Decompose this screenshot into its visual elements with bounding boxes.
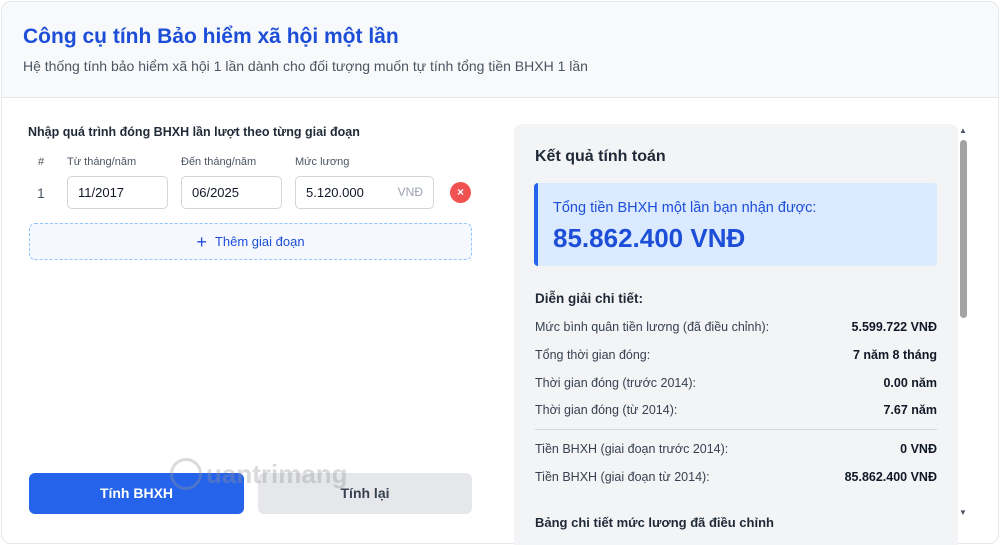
column-header-from: Từ tháng/năm (67, 156, 137, 168)
detail-value: 85.862.400 VNĐ (844, 470, 937, 484)
salary-input[interactable]: 5.120.000 VNĐ (295, 176, 434, 209)
detail-row-before-2014: Thời gian đóng (trước 2014): 0.00 năm (535, 376, 937, 390)
column-header-to: Đến tháng/năm (181, 156, 257, 168)
plus-icon: + (196, 231, 207, 252)
detail-row-avg-salary: Mức bình quân tiền lương (đã điều chỉnh)… (535, 320, 937, 334)
column-header-index: # (38, 156, 45, 168)
detail-label: Tiền BHXH (giai đoạn trước 2014): (535, 442, 729, 456)
scroll-up-arrow-icon[interactable]: ▲ (959, 126, 967, 135)
column-header-salary: Mức lương (295, 156, 350, 168)
salary-value: 5.120.000 (306, 185, 364, 200)
row-index: 1 (37, 185, 45, 201)
detail-value: 5.599.722 VNĐ (851, 320, 937, 334)
salary-table-heading: Bảng chi tiết mức lương đã điều chỉnh (535, 515, 774, 530)
total-amount-box: Tổng tiền BHXH một lần bạn nhận được: 85… (534, 183, 937, 266)
page-title: Công cụ tính Bảo hiểm xã hội một lần (23, 25, 399, 48)
scroll-down-arrow-icon[interactable]: ▼ (959, 508, 967, 517)
detail-value: 7 năm 8 tháng (852, 348, 937, 362)
to-month-input[interactable]: 06/2025 (181, 176, 282, 209)
detail-label: Mức bình quân tiền lương (đã điều chỉnh)… (535, 320, 770, 334)
detail-title: Diễn giải chi tiết: (535, 291, 644, 306)
detail-row-from-2014: Thời gian đóng (từ 2014): 7.67 năm (535, 403, 937, 417)
total-label: Tổng tiền BHXH một lần bạn nhận được: (553, 200, 817, 216)
reset-button[interactable]: Tính lại (258, 473, 472, 514)
close-icon: × (456, 185, 464, 199)
detail-row-money-from-2014: Tiền BHXH (giai đoạn từ 2014): 85.862.40… (535, 470, 937, 484)
detail-row-total-time: Tổng thời gian đóng: 7 năm 8 tháng (535, 348, 937, 362)
detail-value: 7.67 năm (883, 403, 937, 417)
scrollbar-thumb[interactable] (960, 140, 967, 318)
detail-label: Tổng thời gian đóng: (535, 348, 651, 362)
detail-label: Thời gian đóng (từ 2014): (535, 403, 678, 417)
remove-row-button[interactable]: × (450, 182, 471, 203)
result-title: Kết quả tính toán (535, 148, 666, 165)
currency-unit: VNĐ (397, 185, 423, 199)
detail-label: Tiền BHXH (giai đoạn từ 2014): (535, 470, 710, 484)
result-panel: Kết quả tính toán Tổng tiền BHXH một lần… (514, 124, 958, 545)
add-period-button[interactable]: + Thêm giai đoạn (29, 223, 472, 260)
from-month-value: 11/2017 (78, 185, 125, 200)
detail-row-money-before-2014: Tiền BHXH (giai đoạn trước 2014): 0 VNĐ (535, 442, 937, 456)
page-header: Công cụ tính Bảo hiểm xã hội một lần Hệ … (2, 2, 998, 98)
calculate-button[interactable]: Tính BHXH (29, 473, 244, 514)
detail-label: Thời gian đóng (trước 2014): (535, 376, 696, 390)
add-period-label: Thêm giai đoạn (214, 234, 305, 249)
total-value: 85.862.400 VNĐ (553, 223, 746, 253)
to-month-value: 06/2025 (192, 185, 239, 200)
divider (535, 429, 937, 430)
detail-value: 0.00 năm (883, 376, 937, 390)
from-month-input[interactable]: 11/2017 (67, 176, 168, 209)
form-title: Nhập quá trình đóng BHXH lần lượt theo t… (28, 125, 360, 139)
detail-value: 0 VNĐ (900, 442, 937, 456)
page-subtitle: Hệ thống tính bảo hiểm xã hội 1 lần dành… (23, 58, 588, 74)
